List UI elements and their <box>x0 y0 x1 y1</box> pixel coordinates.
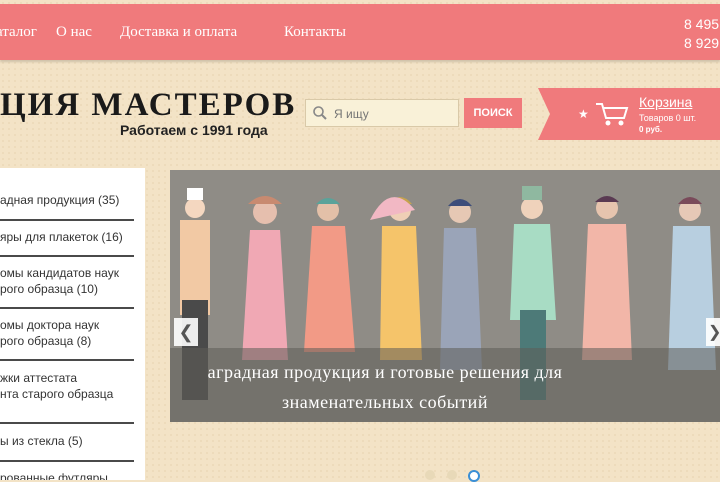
cart-total: 0 руб. <box>639 125 663 134</box>
divider <box>0 422 134 424</box>
category-item[interactable]: адная продукция (35) <box>0 192 145 208</box>
category-sidebar: адная продукция (35) яры для плакеток (1… <box>0 168 145 480</box>
divider <box>0 359 134 361</box>
category-label: жки аттестата <box>0 371 78 385</box>
cart-widget[interactable]: ★ Корзина Товаров 0 шт. 0 руб. <box>538 88 720 140</box>
divider <box>0 460 134 462</box>
category-label: нта старого образца <box>0 387 114 401</box>
category-label: адная продукция (35) <box>0 193 120 207</box>
slider-dot[interactable] <box>447 470 457 480</box>
search-field[interactable] <box>305 99 459 127</box>
category-item[interactable]: яры для плакеток (16) <box>0 229 145 245</box>
phone-number-1[interactable]: 8 495 <box>684 16 719 32</box>
chevron-right-icon: ❯ <box>708 322 720 342</box>
slider-dot-active[interactable] <box>468 470 480 482</box>
slide-caption-line2: знаменательных событий <box>282 392 488 412</box>
divider <box>0 219 134 221</box>
nav-item-about[interactable]: О нас <box>56 24 92 41</box>
cart-title-link[interactable]: Корзина <box>639 94 692 110</box>
category-item[interactable]: жки аттестата нта старого образца <box>0 370 145 402</box>
category-label: ы из стекла (5) <box>0 434 83 448</box>
top-nav: аталог О нас Доставка и оплата Контакты … <box>0 4 720 60</box>
site-logo-subtitle: Работаем с 1991 года <box>120 122 268 138</box>
chevron-left-icon: ❮ <box>178 322 194 342</box>
nav-item-catalog[interactable]: аталог <box>0 24 37 41</box>
category-label: яры для плакеток (16) <box>0 230 123 244</box>
category-label: омы доктора наук <box>0 318 100 332</box>
search-icon <box>312 105 328 126</box>
category-label: рованные футляры <box>0 471 108 480</box>
category-item[interactable]: омы доктора наук рого образца (8) <box>0 317 145 349</box>
cart-item-count: Товаров 0 шт. <box>639 113 697 123</box>
category-label: рого образца (8) <box>0 334 92 348</box>
star-icon: ★ <box>578 107 589 121</box>
shopping-cart-icon <box>594 100 630 133</box>
slider-dot[interactable] <box>425 470 435 480</box>
search-button[interactable]: ПОИСК <box>464 98 522 128</box>
slider-next-button[interactable]: ❯ <box>706 318 720 346</box>
hero-slider[interactable]: аградная продукция и готовые решения для… <box>170 170 720 422</box>
divider <box>0 255 134 257</box>
site-logo-title[interactable]: ЦИЯ МАСТЕРОВ <box>0 88 296 122</box>
slider-prev-button[interactable]: ❮ <box>174 318 198 346</box>
divider <box>0 307 134 309</box>
search-input[interactable] <box>332 104 456 124</box>
category-item[interactable]: рованные футляры <box>0 470 145 480</box>
category-item[interactable]: ы из стекла (5) <box>0 433 145 449</box>
nav-item-delivery[interactable]: Доставка и оплата <box>120 24 237 41</box>
slide-caption-line1: аградная продукция и готовые решения для <box>207 362 563 382</box>
category-item[interactable]: омы кандидатов наук рого образца (10) <box>0 265 145 297</box>
category-label: рого образца (10) <box>0 282 98 296</box>
category-label: омы кандидатов наук <box>0 266 119 280</box>
nav-item-contacts[interactable]: Контакты <box>284 24 346 41</box>
phone-number-2[interactable]: 8 929 <box>684 35 719 51</box>
